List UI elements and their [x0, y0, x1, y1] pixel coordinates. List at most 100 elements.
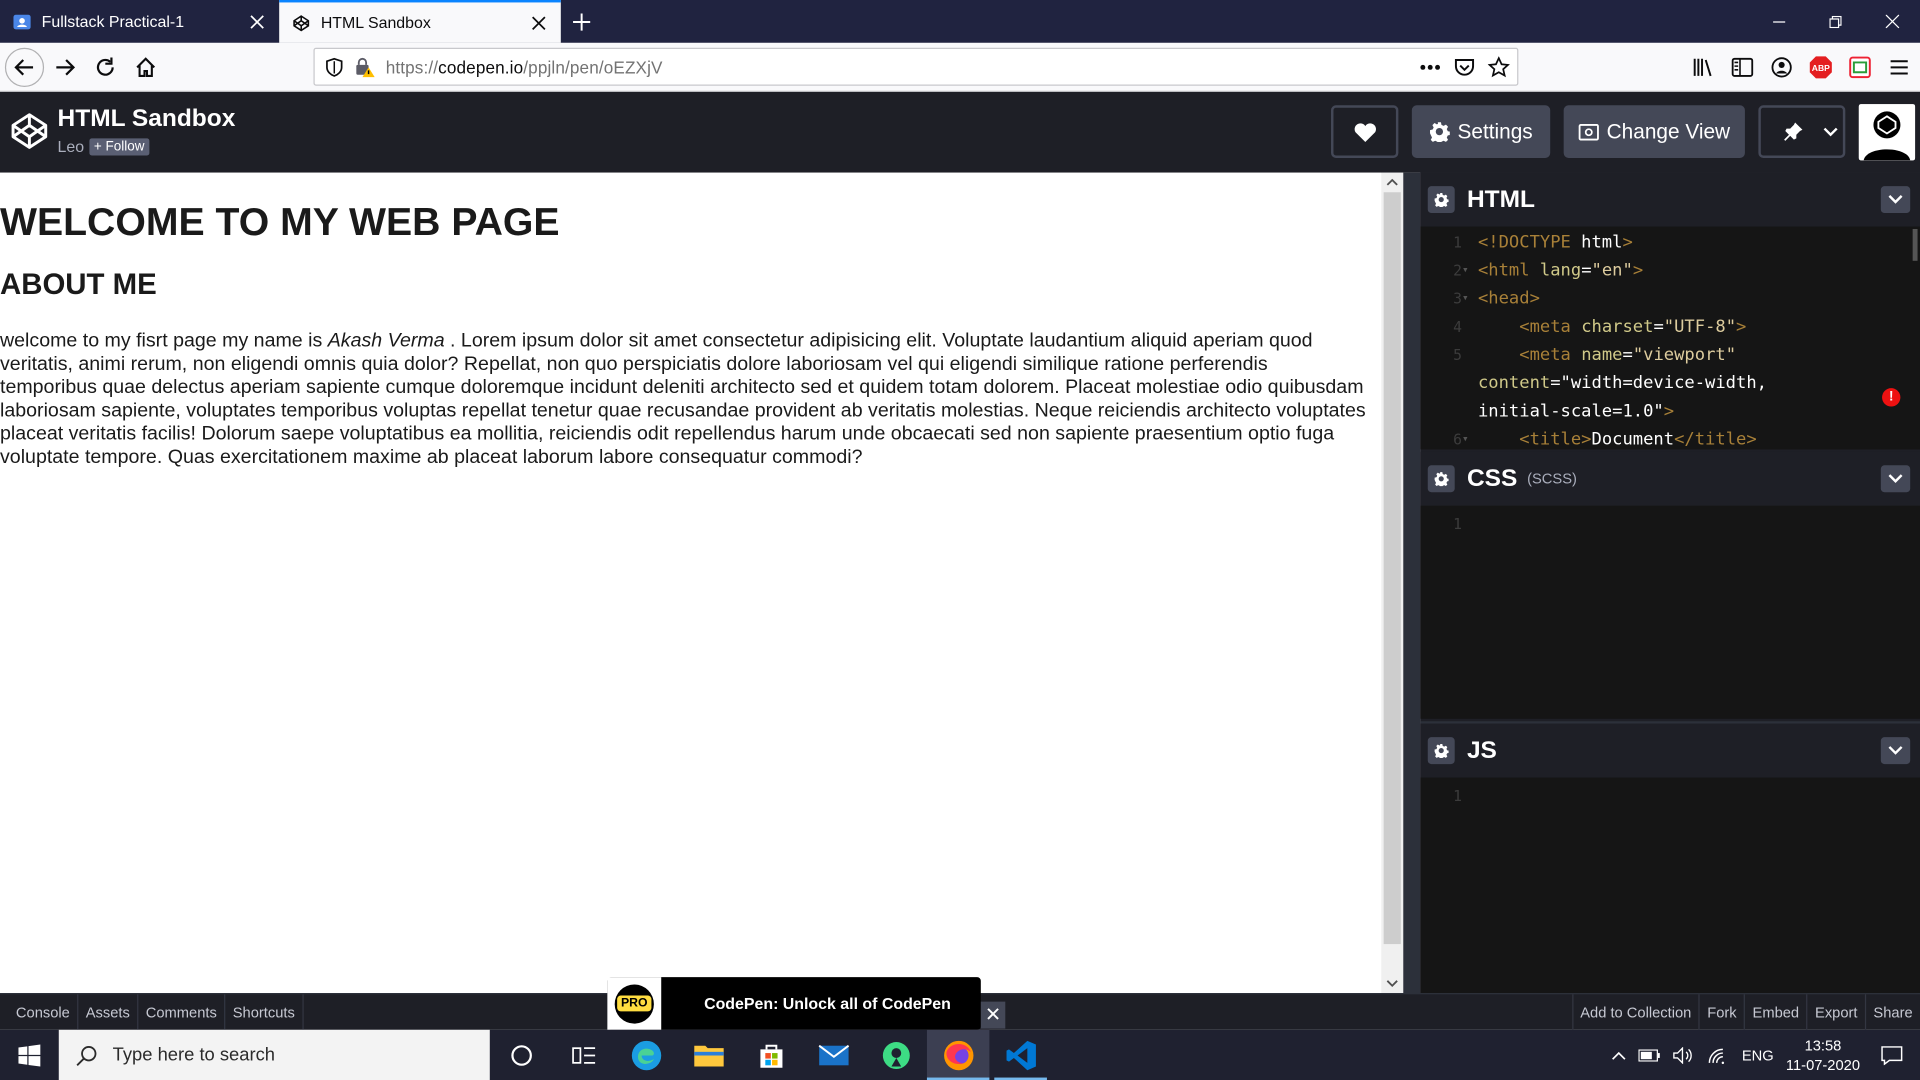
firefox-icon[interactable]	[926, 1029, 990, 1080]
close-icon[interactable]	[529, 13, 549, 33]
fold-arrow-icon[interactable]	[1462, 342, 1472, 370]
fold-arrow-icon[interactable]	[1462, 370, 1472, 398]
extension-icon[interactable]	[1847, 54, 1874, 81]
assets-button[interactable]: Assets	[78, 993, 139, 1031]
code-text: <html lang="en">	[1477, 260, 1644, 281]
author-name[interactable]: Leo	[58, 137, 85, 155]
embed-button[interactable]: Embed	[1743, 994, 1806, 1032]
line-number: 1	[1453, 787, 1463, 805]
promo-text: CodePen: Unlock all of CodePen	[704, 994, 951, 1013]
insecure-lock-icon[interactable]	[354, 56, 376, 78]
pen-title[interactable]: HTML Sandbox	[58, 105, 236, 133]
fold-arrow-icon[interactable]	[1462, 398, 1472, 426]
love-button[interactable]	[1331, 105, 1399, 158]
back-arrow-icon[interactable]	[4, 47, 45, 87]
gear-icon[interactable]	[1427, 737, 1455, 765]
close-icon[interactable]	[247, 12, 267, 32]
chevron-down-icon[interactable]	[1880, 465, 1911, 493]
url-bar[interactable]: https://codepen.io/ppjln/pen/oEZXjV	[313, 47, 1519, 86]
heart-icon	[1352, 121, 1376, 143]
tab-fullstack-practical[interactable]: Fullstack Practical-1	[0, 0, 279, 43]
fork-button[interactable]: Fork	[1698, 994, 1744, 1032]
edge-icon[interactable]	[615, 1030, 677, 1080]
error-icon[interactable]: !	[1882, 388, 1901, 407]
html-code-area[interactable]: 1 <!DOCTYPE html> 2 ▾ <html lang="en"> 3 ▾ <hea…	[1420, 226, 1920, 450]
follow-button[interactable]: + Follow	[89, 137, 150, 155]
scroll-down-arrow-icon[interactable]	[1381, 973, 1403, 993]
pocket-icon[interactable]	[1453, 56, 1475, 78]
codepen-header: HTML Sandbox Leo + Follow Settings Chang…	[0, 91, 1920, 173]
microsoft-store-icon[interactable]	[740, 1030, 802, 1080]
shield-icon[interactable]	[324, 57, 344, 77]
taskbar-search[interactable]: Type here to search	[58, 1029, 490, 1080]
pro-badge: PRO	[607, 977, 662, 1030]
reload-icon[interactable]	[86, 47, 125, 86]
add-to-collection-button[interactable]: Add to Collection	[1571, 994, 1699, 1032]
adblock-icon[interactable]: ABP	[1807, 54, 1834, 81]
change-view-label: Change View	[1606, 119, 1731, 143]
preview-scrollbar[interactable]	[1381, 172, 1404, 994]
share-button[interactable]: Share	[1864, 994, 1920, 1032]
change-view-button[interactable]: Change View	[1563, 105, 1745, 158]
file-explorer-icon[interactable]	[677, 1030, 739, 1080]
code-text: <head>	[1477, 288, 1540, 309]
mail-icon[interactable]	[802, 1030, 864, 1080]
url-prefix: https://	[385, 56, 439, 77]
vscode-icon[interactable]	[989, 1030, 1051, 1080]
fold-arrow-icon[interactable]: ▾	[1462, 285, 1472, 313]
minimize-icon[interactable]	[1751, 0, 1807, 43]
battery-icon[interactable]	[1638, 1048, 1661, 1062]
code-line: 3 ▾ <head>	[1420, 285, 1920, 313]
forward-arrow-icon[interactable]	[45, 47, 84, 86]
comments-button[interactable]: Comments	[138, 993, 226, 1031]
promo-close-button[interactable]: ✕	[980, 1001, 1006, 1029]
export-button[interactable]: Export	[1806, 994, 1864, 1032]
cortana-icon[interactable]	[490, 1030, 552, 1080]
clock[interactable]: 13:58 11-07-2020	[1786, 1035, 1860, 1074]
fold-arrow-icon[interactable]	[1462, 313, 1472, 341]
editor-scrollbar-thumb[interactable]	[1912, 228, 1918, 261]
notification-icon[interactable]	[1881, 1045, 1903, 1065]
fold-arrow-icon[interactable]	[1462, 229, 1472, 257]
gear-icon[interactable]	[1427, 465, 1455, 493]
chevron-down-icon[interactable]	[1880, 737, 1911, 765]
pro-promo-banner[interactable]: PRO CodePen: Unlock all of CodePen	[607, 977, 981, 1030]
css-code-area[interactable]: 1	[1420, 505, 1920, 719]
tab-html-sandbox[interactable]: HTML Sandbox	[279, 0, 561, 43]
shortcuts-button[interactable]: Shortcuts	[225, 993, 304, 1031]
settings-button[interactable]: Settings	[1411, 105, 1551, 158]
codepen-logo-icon[interactable]	[10, 111, 49, 150]
chevron-down-icon[interactable]	[1823, 127, 1838, 137]
url-text[interactable]: https://codepen.io/ppjln/pen/oEZXjV	[386, 57, 663, 77]
more-actions-icon[interactable]	[1419, 63, 1441, 70]
sidebar-icon[interactable]	[1729, 54, 1756, 81]
chevron-up-icon[interactable]	[1612, 1050, 1627, 1060]
home-icon[interactable]	[126, 47, 165, 86]
chevron-down-icon[interactable]	[1880, 186, 1911, 214]
js-code-area[interactable]: 1	[1420, 777, 1920, 994]
app-icon[interactable]	[864, 1030, 926, 1080]
bookmark-star-icon[interactable]	[1487, 55, 1510, 78]
volume-icon[interactable]	[1673, 1046, 1695, 1064]
library-icon[interactable]	[1690, 54, 1717, 81]
close-window-icon[interactable]	[1864, 0, 1920, 43]
wifi-icon[interactable]	[1708, 1046, 1730, 1064]
console-button[interactable]: Console	[0, 993, 79, 1031]
menu-icon[interactable]	[1886, 54, 1913, 81]
scrollbar-thumb[interactable]	[1383, 192, 1401, 945]
restore-icon[interactable]	[1807, 0, 1863, 43]
pin-button[interactable]	[1758, 105, 1846, 158]
html-editor: HTML 1 <!DOCTYPE html> 2 ▾ <html lang="en"> 3…	[1420, 172, 1920, 450]
fold-arrow-icon[interactable]: ▾	[1462, 426, 1472, 449]
language-indicator[interactable]: ENG	[1742, 1046, 1774, 1063]
avatar[interactable]	[1858, 104, 1916, 161]
account-icon[interactable]	[1768, 54, 1795, 81]
pane-resizer[interactable]	[1403, 172, 1421, 994]
code-text: <meta name="viewport"	[1519, 345, 1737, 365]
task-view-icon[interactable]	[552, 1030, 614, 1080]
windows-start-icon[interactable]	[0, 1030, 59, 1080]
new-tab-plus-icon[interactable]	[561, 0, 603, 43]
gear-icon[interactable]	[1427, 186, 1455, 214]
scroll-up-arrow-icon[interactable]	[1381, 173, 1403, 193]
fold-arrow-icon[interactable]: ▾	[1462, 257, 1472, 285]
